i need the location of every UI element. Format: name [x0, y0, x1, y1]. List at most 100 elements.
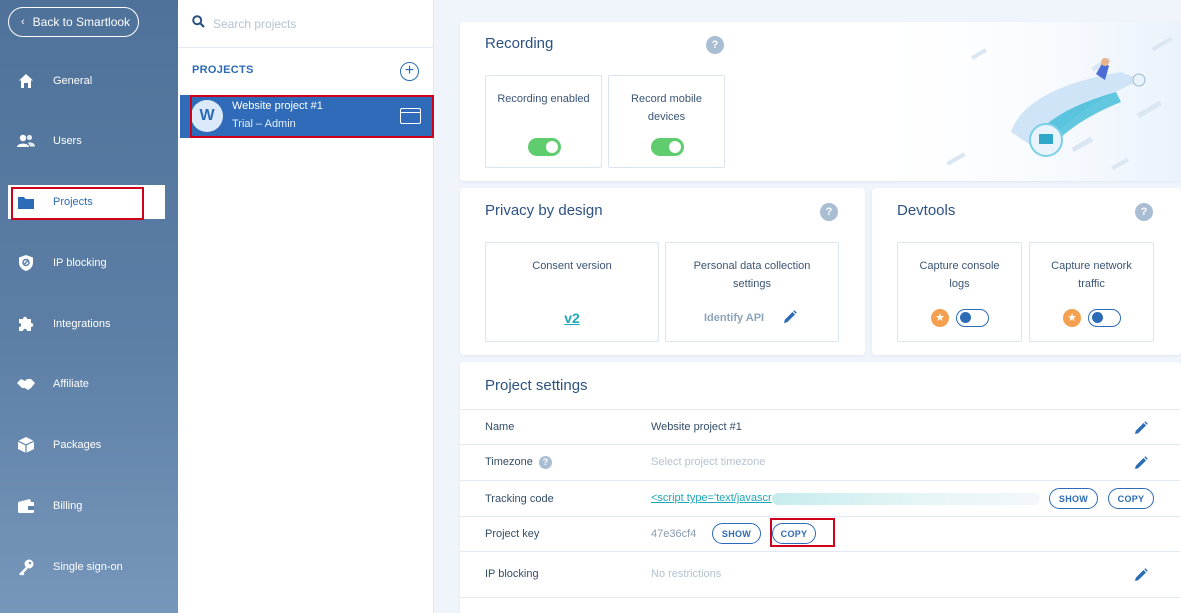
search-input[interactable]	[213, 16, 413, 31]
shield-icon	[16, 253, 36, 273]
personal-data-tile: Personal data collection settings Identi…	[665, 242, 839, 342]
sidebar-item-label: Single sign-on	[53, 561, 123, 573]
sidebar-item-integrations[interactable]: Integrations	[0, 307, 178, 341]
sidebar-item-single-sign-on[interactable]: Single sign-on	[0, 550, 178, 584]
sidebar-item-projects[interactable]: Projects	[8, 185, 165, 219]
projects-header: PROJECTS	[192, 64, 254, 76]
sidebar-item-ip-blocking[interactable]: IP blocking	[0, 246, 178, 280]
sidebar-item-label: Affiliate	[53, 378, 89, 390]
devtools-card: Devtools ? Capture console logs ★ Captur…	[872, 188, 1181, 355]
capture-console-toggle[interactable]	[956, 309, 989, 327]
tile-label: Personal data collection settings	[693, 260, 811, 290]
back-button-label: Back to Smartlook	[32, 15, 131, 29]
project-settings-card: Project settings Name Website project #1…	[460, 362, 1181, 613]
tile-label: Consent version	[532, 260, 612, 272]
ip-blocking-label: IP blocking	[485, 568, 539, 580]
recording-help-icon[interactable]: ?	[706, 36, 724, 54]
project-name: Website project #1	[232, 100, 323, 112]
ip-blocking-value: No restrictions	[651, 568, 722, 580]
identify-api-label: Identify API	[704, 312, 765, 324]
name-value: Website project #1	[651, 421, 742, 433]
tile-label: Capture console logs	[919, 260, 1000, 290]
capture-console-tile: Capture console logs ★	[897, 242, 1022, 342]
recording-enabled-tile: Recording enabled	[485, 75, 602, 168]
sidebar-item-general[interactable]: General	[0, 64, 178, 98]
sidebar-item-label: Users	[53, 135, 82, 147]
privacy-help-icon[interactable]: ?	[820, 203, 838, 221]
sidebar-item-affiliate[interactable]: Affiliate	[0, 367, 178, 401]
tracking-code-label: Tracking code	[485, 493, 554, 505]
show-tracking-code-button[interactable]: SHOW	[1049, 488, 1098, 509]
capture-network-tile: Capture network traffic ★	[1029, 242, 1154, 342]
record-mobile-toggle[interactable]	[651, 138, 684, 156]
consent-version-tile: Consent version v2	[485, 242, 659, 342]
sidebar-item-label: General	[53, 75, 93, 87]
add-project-button[interactable]: +	[400, 62, 419, 81]
tracking-code-value[interactable]: <script type='text/javascr	[651, 492, 779, 504]
project-settings-title: Project settings	[485, 377, 588, 394]
edit-ip-blocking-icon[interactable]	[1134, 568, 1148, 582]
project-role: Trial – Admin	[232, 118, 296, 130]
star-badge-icon: ★	[931, 309, 949, 327]
sidebar-item-packages[interactable]: Packages	[0, 428, 178, 462]
sidebar-item-label: IP blocking	[53, 257, 107, 269]
sidebar-item-label: Packages	[53, 439, 102, 451]
sidebar-item-label: Billing	[53, 500, 83, 512]
copy-project-key-button[interactable]: COPY	[772, 523, 816, 544]
ip-blocking-row: IP blocking No restrictions	[460, 551, 1180, 597]
timezone-help-icon[interactable]: ?	[539, 456, 552, 469]
recording-card: Recording ? Recording enabled Record mob…	[460, 22, 1181, 181]
next-row-partial	[460, 597, 1180, 613]
search-icon	[192, 14, 205, 33]
name-label: Name	[485, 421, 515, 433]
record-mobile-tile: Record mobile devices	[608, 75, 725, 168]
show-project-key-button[interactable]: SHOW	[712, 523, 761, 544]
edit-timezone-icon[interactable]	[1134, 456, 1148, 470]
users-icon	[16, 131, 36, 151]
spaceship-illustration	[851, 22, 1181, 181]
browser-window-icon	[400, 108, 421, 124]
handshake-icon	[16, 374, 36, 394]
sidebar-item-users[interactable]: Users	[0, 124, 178, 158]
project-avatar: W	[191, 100, 223, 132]
privacy-card: Privacy by design ? Consent version v2 P…	[460, 188, 865, 355]
star-badge-icon: ★	[1063, 309, 1081, 327]
tracking-code-row: Tracking code <script type='text/javascr…	[460, 480, 1180, 516]
project-key-row: Project key 47e36cf4 SHOW COPY	[460, 516, 1180, 551]
tile-label: Record mobile devices	[631, 93, 702, 123]
privacy-title: Privacy by design	[485, 202, 603, 219]
home-icon	[16, 71, 36, 91]
edit-pencil-icon[interactable]	[783, 310, 797, 324]
key-icon	[16, 557, 36, 577]
timezone-row: Timezone ? Select project timezone	[460, 444, 1180, 480]
chevron-left-icon: ‹	[21, 16, 25, 28]
sidebar-item-label: Projects	[53, 196, 93, 208]
recording-enabled-toggle[interactable]	[528, 138, 561, 156]
puzzle-icon	[16, 314, 36, 334]
package-icon	[16, 435, 36, 455]
projects-panel: PROJECTS + W Website project #1 Trial – …	[178, 0, 434, 613]
timezone-label: Timezone	[485, 456, 533, 468]
project-key-label: Project key	[485, 528, 540, 540]
copy-tracking-code-button[interactable]: COPY	[1108, 488, 1154, 509]
project-key-value: 47e36cf4	[651, 528, 697, 540]
name-row: Name Website project #1	[460, 409, 1180, 444]
wallet-icon	[16, 496, 36, 516]
consent-version-link[interactable]: v2	[486, 309, 658, 327]
tile-label: Recording enabled	[497, 93, 590, 105]
project-search-bar	[178, 0, 433, 48]
devtools-help-icon[interactable]: ?	[1135, 203, 1153, 221]
edit-name-icon[interactable]	[1134, 421, 1148, 435]
blurred-code	[772, 493, 1040, 505]
sidebar-item-billing[interactable]: Billing	[0, 489, 178, 523]
project-list-item[interactable]: W Website project #1 Trial – Admin	[180, 95, 432, 138]
folder-icon	[16, 192, 36, 212]
devtools-title: Devtools	[897, 202, 956, 219]
recording-title: Recording	[485, 35, 554, 52]
sidebar-item-label: Integrations	[53, 318, 111, 330]
timezone-value: Select project timezone	[651, 456, 766, 468]
capture-network-toggle[interactable]	[1088, 309, 1121, 327]
settings-sidebar: ‹ Back to Smartlook General Users Projec…	[0, 0, 178, 613]
tile-label: Capture network traffic	[1051, 260, 1132, 290]
back-to-smartlook-button[interactable]: ‹ Back to Smartlook	[8, 7, 139, 37]
